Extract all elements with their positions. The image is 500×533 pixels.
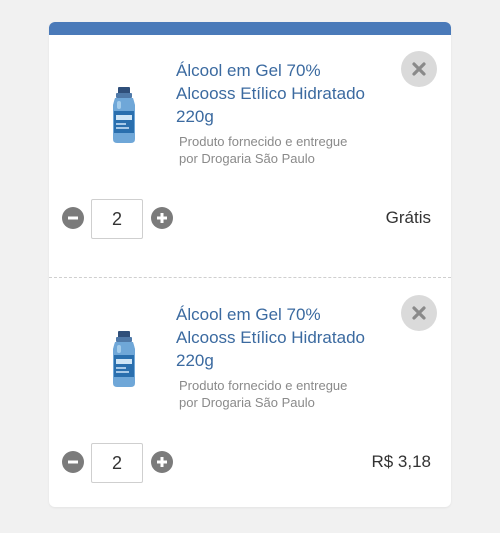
item-price: R$ 3,18 (371, 452, 431, 471)
quantity-input[interactable] (91, 443, 143, 483)
increase-quantity-button[interactable] (151, 451, 173, 473)
increase-quantity-button[interactable] (151, 207, 173, 229)
product-title-link[interactable]: Álcool em Gel 70% Alcooss Etílico Hidrat… (176, 59, 376, 128)
seller-info: Produto fornecido e entregue por Drogari… (179, 134, 348, 166)
close-icon (412, 62, 426, 76)
product-title-link[interactable]: Álcool em Gel 70% Alcooss Etílico Hidrat… (176, 303, 376, 372)
quantity-input[interactable] (91, 199, 143, 239)
decrease-quantity-button[interactable] (62, 451, 84, 473)
remove-item-button[interactable] (401, 51, 437, 87)
decrease-quantity-button[interactable] (62, 207, 84, 229)
cart-panel: Álcool em Gel 70% Alcooss Etílico Hidrat… (49, 22, 451, 507)
plus-icon (157, 457, 167, 467)
seller-info: Produto fornecido e entregue por Drogari… (179, 378, 348, 410)
plus-icon (157, 213, 167, 223)
product-image[interactable] (106, 85, 142, 145)
product-image[interactable] (106, 329, 142, 389)
item-price: Grátis (385, 208, 431, 227)
cart-item: Álcool em Gel 70% Alcooss Etílico Hidrat… (49, 35, 451, 277)
minus-icon (68, 460, 78, 464)
minus-icon (68, 216, 78, 220)
cart-top-accent-bar (49, 22, 451, 35)
close-icon (412, 306, 426, 320)
remove-item-button[interactable] (401, 295, 437, 331)
cart-item: Álcool em Gel 70% Alcooss Etílico Hidrat… (49, 279, 451, 507)
item-divider (49, 277, 451, 278)
